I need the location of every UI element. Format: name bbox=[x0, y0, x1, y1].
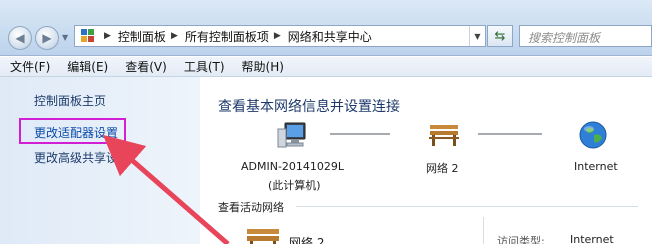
pointer-arrow-icon bbox=[102, 134, 230, 244]
